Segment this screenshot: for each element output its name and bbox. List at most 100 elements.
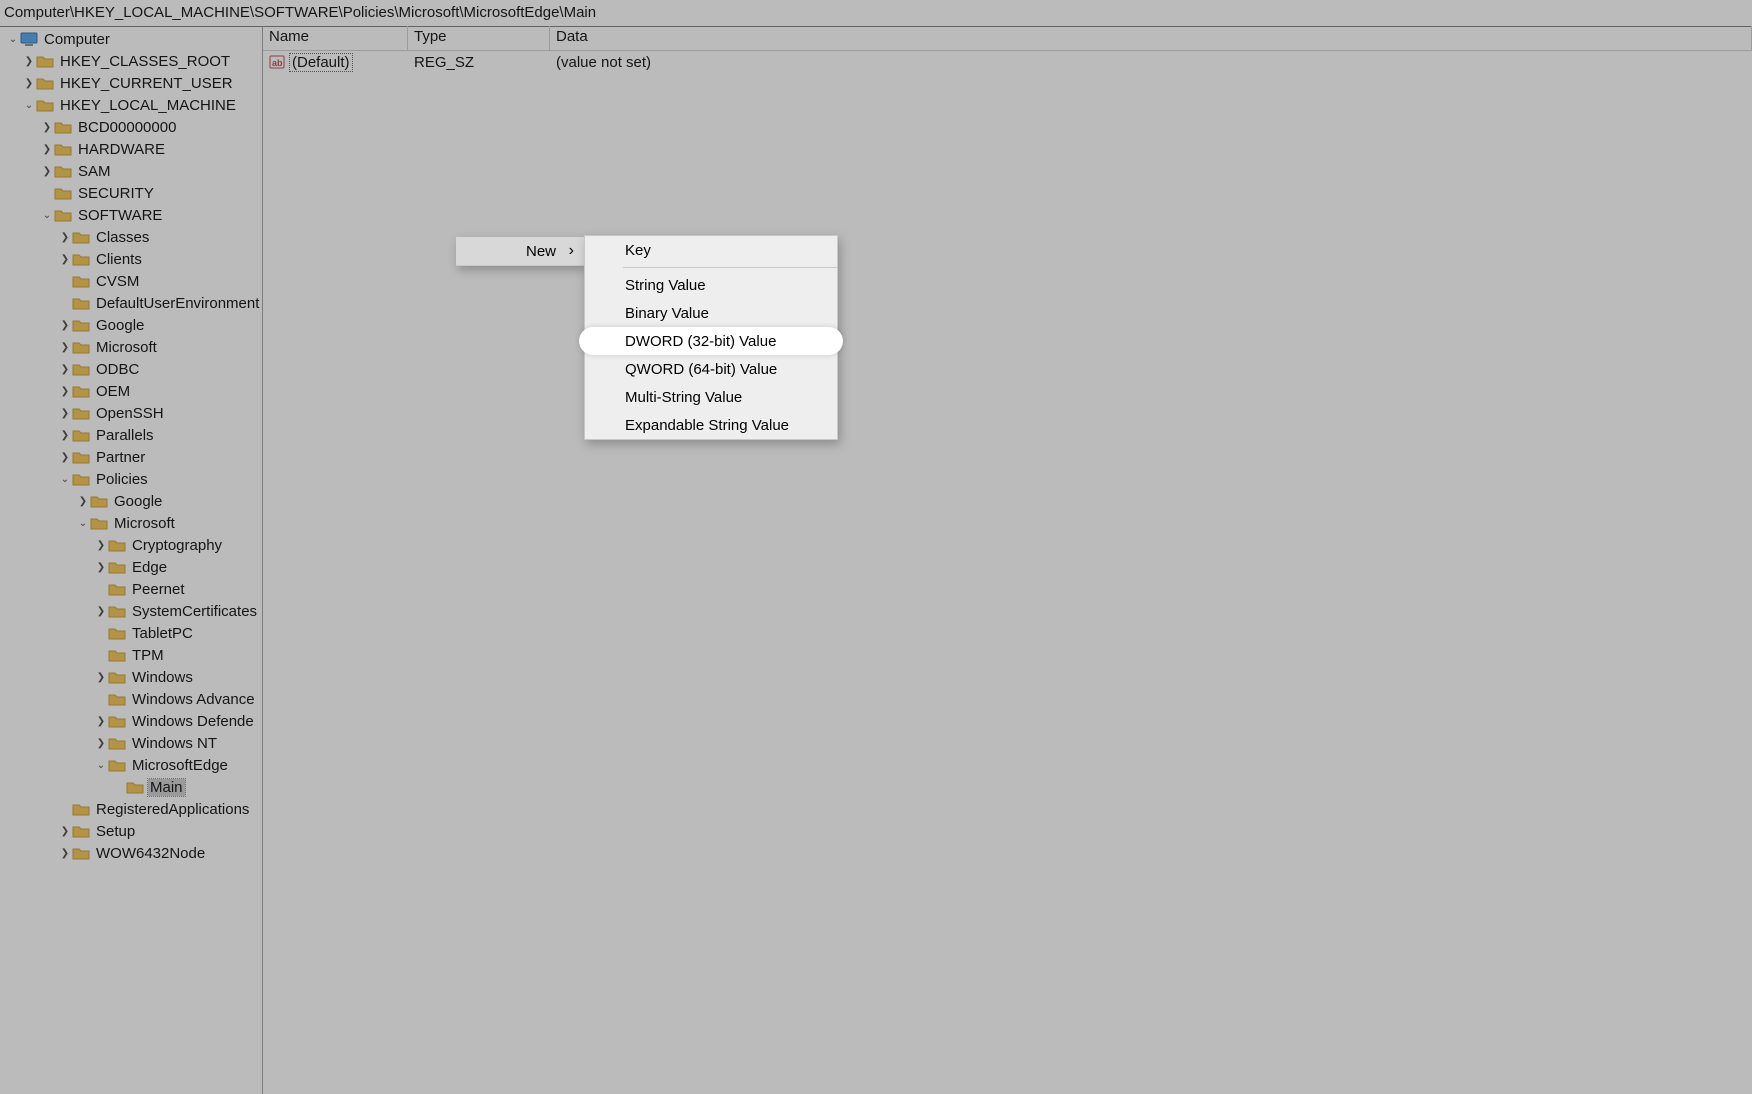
tree-node-windows-nt[interactable]: ❯ Windows NT (0, 732, 262, 754)
tree-node-windows-defender[interactable]: ❯ Windows Defende (0, 710, 262, 732)
list-item[interactable]: ab (Default) REG_SZ (value not set) (263, 51, 1752, 73)
chevron-right-icon[interactable]: ❯ (58, 232, 72, 243)
chevron-down-icon[interactable]: ⌄ (6, 34, 20, 45)
chevron-down-icon[interactable]: ⌄ (40, 210, 54, 221)
tree-node-microsoftedge[interactable]: ⌄ MicrosoftEdge (0, 754, 262, 776)
chevron-right-icon[interactable]: ❯ (94, 606, 108, 617)
tree-node-setup[interactable]: ❯ Setup (0, 820, 262, 842)
context-menu-item-expandablestring[interactable]: Expandable String Value (585, 411, 837, 439)
folder-icon (54, 142, 72, 156)
tree-node-registeredapps[interactable]: RegisteredApplications (0, 798, 262, 820)
chevron-right-icon[interactable]: ❯ (58, 320, 72, 331)
context-menu-item-new[interactable]: New (456, 237, 584, 265)
string-value-icon: ab (269, 54, 285, 70)
tree-node-tabletpc[interactable]: TabletPC (0, 622, 262, 644)
chevron-right-icon[interactable]: ❯ (58, 408, 72, 419)
tree-node-clients[interactable]: ❯ Clients (0, 248, 262, 270)
tree-node-windows-advanced[interactable]: Windows Advance (0, 688, 262, 710)
tree-node-edge[interactable]: ❯ Edge (0, 556, 262, 578)
tree-node-tpm[interactable]: TPM (0, 644, 262, 666)
tree-node-openssh[interactable]: ❯ OpenSSH (0, 402, 262, 424)
tree-label: OEM (94, 383, 132, 400)
chevron-right-icon[interactable]: ❯ (22, 56, 36, 67)
value-list[interactable]: Name Type Data ab (Default) REG_SZ (valu… (263, 26, 1752, 1094)
tree-node-wow64[interactable]: ❯ WOW6432Node (0, 842, 262, 864)
chevron-right-icon[interactable]: ❯ (58, 848, 72, 859)
chevron-right-icon[interactable]: ❯ (94, 672, 108, 683)
tree-node-classes[interactable]: ❯ Classes (0, 226, 262, 248)
column-header-type[interactable]: Type (408, 26, 550, 50)
menu-label: Multi-String Value (625, 389, 742, 406)
tree-node-peernet[interactable]: Peernet (0, 578, 262, 600)
tree-node-odbc[interactable]: ❯ ODBC (0, 358, 262, 380)
context-menu-item-qword[interactable]: QWORD (64-bit) Value (585, 355, 837, 383)
tree-node-main[interactable]: Main (0, 776, 262, 798)
tree-node-parallels[interactable]: ❯ Parallels (0, 424, 262, 446)
chevron-right-icon[interactable]: ❯ (94, 562, 108, 573)
chevron-right-icon[interactable]: ❯ (76, 496, 90, 507)
chevron-right-icon[interactable]: ❯ (58, 452, 72, 463)
tree-node-oem[interactable]: ❯ OEM (0, 380, 262, 402)
folder-icon (54, 186, 72, 200)
address-bar[interactable]: Computer\HKEY_LOCAL_MACHINE\SOFTWARE\Pol… (0, 0, 1752, 27)
tree-node-microsoft-sw[interactable]: ❯ Microsoft (0, 336, 262, 358)
chevron-right-icon[interactable]: ❯ (58, 430, 72, 441)
chevron-down-icon[interactable]: ⌄ (58, 474, 72, 485)
chevron-right-icon[interactable]: ❯ (40, 122, 54, 133)
folder-icon (72, 450, 90, 464)
chevron-down-icon[interactable]: ⌄ (94, 760, 108, 771)
tree-node-hkcr[interactable]: ❯ HKEY_CLASSES_ROOT (0, 50, 262, 72)
chevron-right-icon[interactable]: ❯ (40, 144, 54, 155)
context-menu-item-multistring[interactable]: Multi-String Value (585, 383, 837, 411)
tree-node-policies[interactable]: ⌄ Policies (0, 468, 262, 490)
tree-label: SOFTWARE (76, 207, 164, 224)
value-data: (value not set) (550, 54, 1752, 71)
chevron-right-icon[interactable]: ❯ (58, 342, 72, 353)
column-header-name[interactable]: Name (263, 26, 408, 50)
tree-node-policies-microsoft[interactable]: ⌄ Microsoft (0, 512, 262, 534)
tree-node-windows[interactable]: ❯ Windows (0, 666, 262, 688)
tree-node-bcd[interactable]: ❯ BCD00000000 (0, 116, 262, 138)
tree-node-security[interactable]: SECURITY (0, 182, 262, 204)
tree-label: Partner (94, 449, 147, 466)
tree-node-policies-google[interactable]: ❯ Google (0, 490, 262, 512)
chevron-right-icon[interactable]: ❯ (58, 826, 72, 837)
chevron-right-icon[interactable]: ❯ (94, 540, 108, 551)
tree-node-software[interactable]: ⌄ SOFTWARE (0, 204, 262, 226)
chevron-right-icon[interactable]: ❯ (40, 166, 54, 177)
tree-node-cryptography[interactable]: ❯ Cryptography (0, 534, 262, 556)
tree-node-hkcu[interactable]: ❯ HKEY_CURRENT_USER (0, 72, 262, 94)
chevron-right-icon[interactable]: ❯ (22, 78, 36, 89)
chevron-right-icon[interactable]: ❯ (58, 364, 72, 375)
tree-node-cvsm[interactable]: CVSM (0, 270, 262, 292)
tree-node-computer[interactable]: ⌄ Computer (0, 28, 262, 50)
context-menu-item-string[interactable]: String Value (585, 271, 837, 299)
tree-node-hklm[interactable]: ⌄ HKEY_LOCAL_MACHINE (0, 94, 262, 116)
value-type: REG_SZ (408, 54, 550, 71)
folder-icon (72, 274, 90, 288)
tree-node-google-sw[interactable]: ❯ Google (0, 314, 262, 336)
tree-label: Windows Advance (130, 691, 257, 708)
folder-icon (36, 76, 54, 90)
context-submenu-new: Key String Value Binary Value DWORD (32-… (584, 235, 838, 440)
tree-node-systemcertificates[interactable]: ❯ SystemCertificates (0, 600, 262, 622)
chevron-right-icon[interactable]: ❯ (94, 738, 108, 749)
chevron-right-icon[interactable]: ❯ (94, 716, 108, 727)
chevron-right-icon[interactable]: ❯ (58, 386, 72, 397)
chevron-right-icon[interactable]: ❯ (58, 254, 72, 265)
column-header-data[interactable]: Data (550, 26, 1752, 50)
folder-icon (108, 736, 126, 750)
chevron-down-icon[interactable]: ⌄ (22, 100, 36, 111)
folder-icon (108, 670, 126, 684)
tree-node-defaultuserenv[interactable]: DefaultUserEnvironment (0, 292, 262, 314)
chevron-down-icon[interactable]: ⌄ (76, 518, 90, 529)
registry-tree[interactable]: ⌄ Computer ❯ HKEY_CLASSES_ROOT ❯ HKEY_CU… (0, 26, 263, 1094)
tree-label: Classes (94, 229, 151, 246)
tree-node-partner[interactable]: ❯ Partner (0, 446, 262, 468)
tree-node-hardware[interactable]: ❯ HARDWARE (0, 138, 262, 160)
context-menu-item-dword[interactable]: DWORD (32-bit) Value (579, 327, 843, 355)
folder-icon (72, 340, 90, 354)
tree-node-sam[interactable]: ❯ SAM (0, 160, 262, 182)
context-menu-item-key[interactable]: Key (585, 236, 837, 264)
context-menu-item-binary[interactable]: Binary Value (585, 299, 837, 327)
